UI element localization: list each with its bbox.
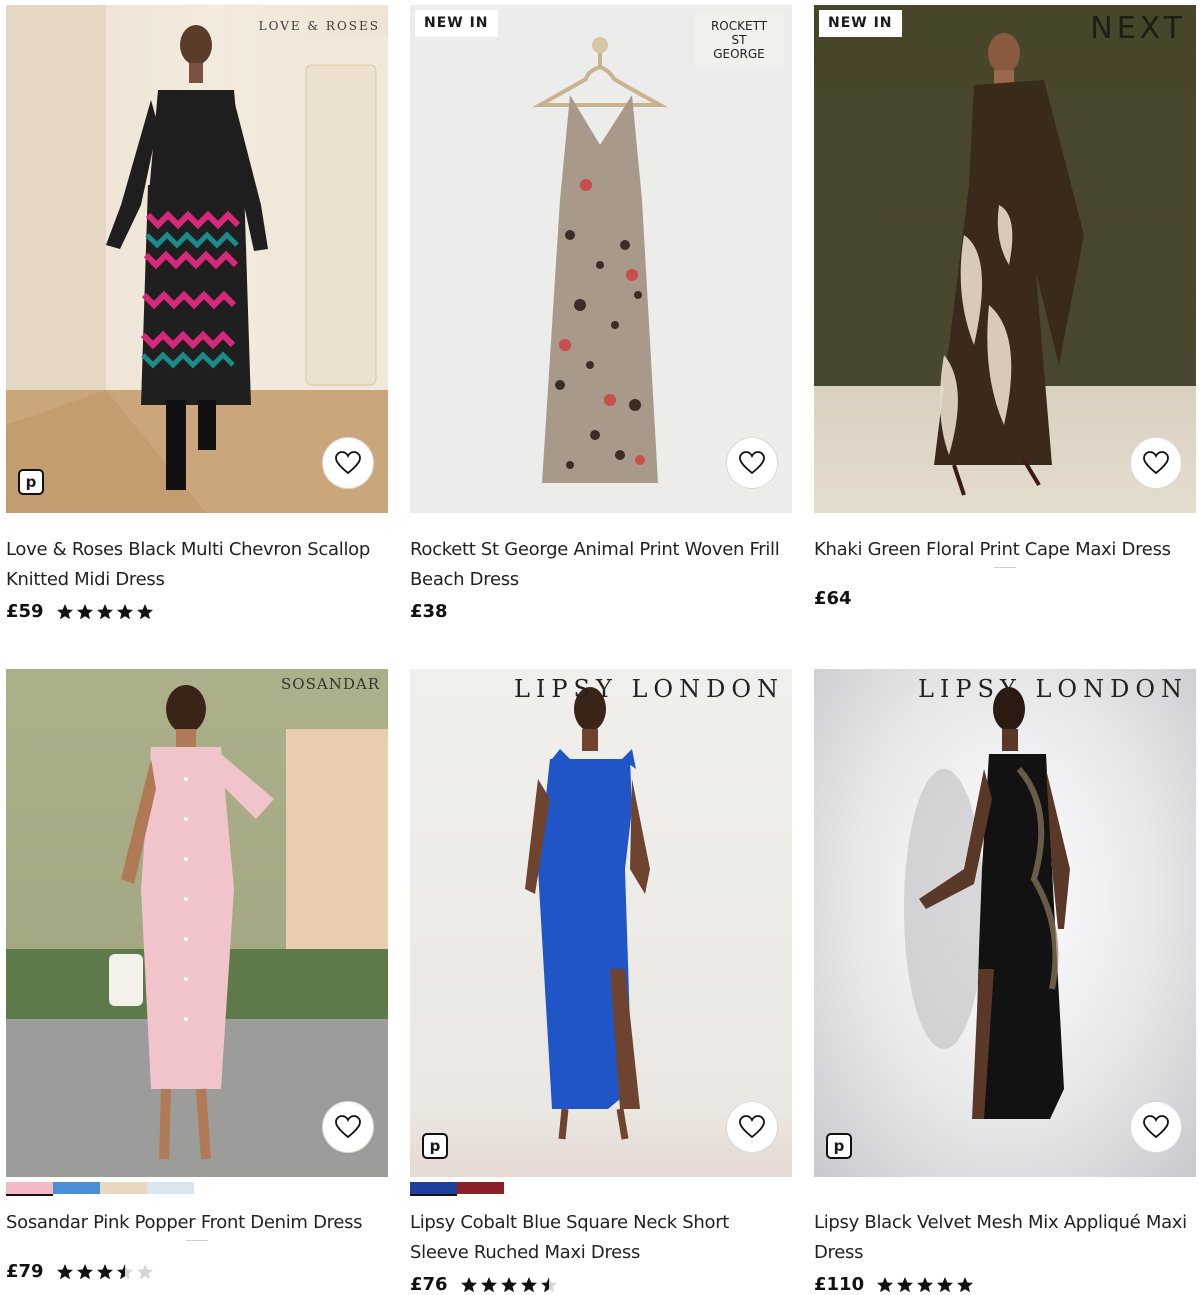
heart-icon [335, 1115, 361, 1139]
favourite-button[interactable] [323, 1102, 373, 1152]
colour-swatches [6, 1182, 388, 1196]
heart-icon [739, 451, 765, 475]
star-rating [56, 1263, 154, 1281]
product-card[interactable]: SOSANDAR Sosandar Pink Popper Front Deni… [6, 669, 388, 1282]
product-card[interactable]: LIPSY LONDON p Lipsy Black Velvet Mesh M… [814, 669, 1196, 1295]
product-photo [904, 687, 1070, 1119]
product-image[interactable]: SOSANDAR [6, 669, 388, 1177]
product-photo [525, 687, 650, 1140]
colour-swatch[interactable] [147, 1182, 194, 1194]
star-icon [116, 1263, 133, 1279]
heart-icon [335, 451, 361, 475]
product-name[interactable]: Sosandar Pink Popper Front Denim Dress [6, 1208, 388, 1238]
divider [994, 567, 1016, 568]
star-icon [540, 1276, 557, 1292]
brand-logo: LIPSY LONDON [917, 675, 1188, 703]
heart-icon [1143, 1115, 1169, 1139]
product-name[interactable]: Lipsy Cobalt Blue Square Neck Short Slee… [410, 1208, 792, 1268]
price-rating-row: £79 [6, 1261, 388, 1282]
product-photo [6, 669, 388, 1177]
star-icon [897, 1276, 914, 1292]
colour-swatch[interactable] [100, 1182, 147, 1194]
star-icon [937, 1276, 954, 1292]
brand-logo: NEXT [1090, 11, 1186, 46]
star-icon [56, 1263, 73, 1279]
star-icon [500, 1276, 517, 1292]
star-icon [96, 603, 113, 619]
heart-icon [1143, 451, 1169, 475]
colour-swatches [410, 1182, 792, 1196]
star-icon [877, 1276, 894, 1292]
star-icon [76, 603, 93, 619]
product-price: £38 [410, 601, 448, 622]
product-name[interactable]: Love & Roses Black Multi Chevron Scallop… [6, 535, 388, 595]
price-rating-row: £110 [814, 1274, 1196, 1295]
product-card[interactable]: NEW IN ROCKETT ST GEORGE Rockett St Geor… [410, 5, 792, 622]
favourite-button[interactable] [1131, 438, 1181, 488]
colour-swatch[interactable] [410, 1182, 457, 1196]
brand-logo: LIPSY LONDON [513, 675, 784, 703]
star-icon [520, 1276, 537, 1292]
new-in-badge: NEW IN [819, 10, 902, 37]
price-rating-row: £76 [410, 1274, 792, 1295]
product-image[interactable]: NEW IN ROCKETT ST GEORGE [410, 5, 792, 513]
favourite-button[interactable] [323, 438, 373, 488]
star-icon [480, 1276, 497, 1292]
brand-logo: LOVE & ROSES [258, 19, 380, 33]
product-photo [6, 5, 388, 513]
brand-logo: SOSANDAR [281, 675, 380, 693]
pay-later-icon: p [18, 469, 44, 495]
product-price: £110 [814, 1274, 865, 1295]
brand-logo: ROCKETT ST GEORGE [694, 13, 784, 67]
star-icon [460, 1276, 477, 1292]
product-photo [934, 33, 1084, 496]
colour-swatch[interactable] [457, 1182, 504, 1194]
price-rating-row: £38 [410, 601, 792, 622]
favourite-button[interactable] [727, 1102, 777, 1152]
colour-swatch[interactable] [53, 1182, 100, 1194]
product-image[interactable]: LIPSY LONDON p [814, 669, 1196, 1177]
product-name[interactable]: Khaki Green Floral Print Cape Maxi Dress [814, 535, 1196, 565]
star-icon [116, 603, 133, 619]
star-icon [136, 603, 153, 619]
product-card[interactable]: LOVE & ROSES p Love & Roses Black Multi … [6, 5, 388, 622]
new-in-badge: NEW IN [415, 10, 498, 37]
product-image[interactable]: LOVE & ROSES p [6, 5, 388, 513]
star-icon [56, 603, 73, 619]
price-rating-row: £59 [6, 601, 388, 622]
star-icon [136, 1263, 153, 1279]
price-rating-row: £64 [814, 588, 1196, 609]
favourite-button[interactable] [727, 438, 777, 488]
product-photo [532, 37, 668, 483]
product-card[interactable]: NEW IN NEXT Khaki Green Floral Print Cap… [814, 5, 1196, 609]
star-icon [76, 1263, 93, 1279]
heart-icon [739, 1115, 765, 1139]
product-image[interactable]: LIPSY LONDON p [410, 669, 792, 1177]
pay-later-icon: p [422, 1133, 448, 1159]
product-image[interactable]: NEW IN NEXT [814, 5, 1196, 513]
product-price: £64 [814, 588, 852, 609]
divider [186, 1240, 208, 1241]
product-price: £76 [410, 1274, 448, 1295]
pay-later-icon: p [826, 1133, 852, 1159]
colour-swatch[interactable] [6, 1182, 53, 1196]
product-price: £59 [6, 601, 44, 622]
product-card[interactable]: LIPSY LONDON p Lipsy Cobalt Blue Square … [410, 669, 792, 1295]
star-rating [56, 603, 154, 621]
star-rating [876, 1276, 974, 1294]
product-name[interactable]: Rockett St George Animal Print Woven Fri… [410, 535, 792, 595]
product-name[interactable]: Lipsy Black Velvet Mesh Mix Appliqué Max… [814, 1208, 1196, 1268]
star-icon [96, 1263, 113, 1279]
favourite-button[interactable] [1131, 1102, 1181, 1152]
star-icon [957, 1276, 974, 1292]
star-rating [460, 1276, 558, 1294]
star-icon [917, 1276, 934, 1292]
product-price: £79 [6, 1261, 44, 1282]
